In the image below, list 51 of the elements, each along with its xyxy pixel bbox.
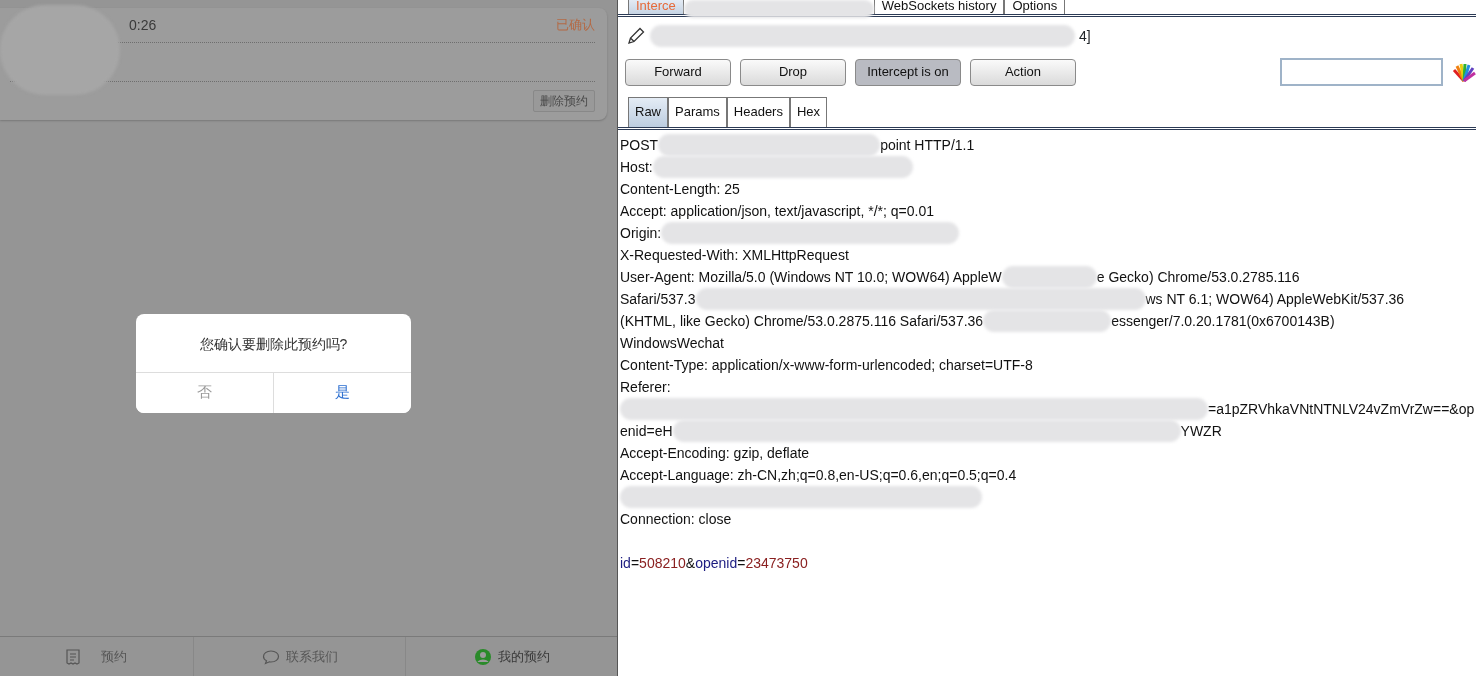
request-text: = <box>630 553 640 573</box>
request-text: Referer: <box>620 377 671 397</box>
request-text: Accept-Language: zh-CN,zh;q=0.8,en-US;q=0.6,en;q=0.5;q=0.4 <box>620 465 1017 485</box>
request-text: X-Requested-With: XMLHttpRequest <box>620 245 849 265</box>
request-text: Content-Type: application/x-www-form-urlencoded; charset=UTF-8 <box>620 355 1033 375</box>
tab[interactable]: Params <box>668 97 727 127</box>
request-title: 4] <box>1079 26 1091 46</box>
nav-tab[interactable]: 我的预约 <box>405 637 617 676</box>
tab[interactable]: Raw <box>628 97 668 127</box>
receipt-icon <box>65 648 82 665</box>
request-text: e Gecko) Chrome/53.0.2785.116 <box>1096 267 1300 287</box>
param-name: openid <box>695 553 738 573</box>
tab[interactable]: Hex <box>789 97 828 127</box>
param-value: 23473750 <box>745 553 808 573</box>
request-text: User-Agent: Mozilla/5.0 (Windows NT 10.0; WOW64) AppleW <box>620 267 1002 287</box>
request-text: point HTTP/1.1 <box>880 135 975 155</box>
search-field[interactable] <box>1280 58 1443 86</box>
tab[interactable]: WebSockets history <box>873 0 1005 14</box>
request-text: & <box>685 553 696 573</box>
tab[interactable]: Headers <box>726 97 790 127</box>
confirm-button[interactable]: 是 <box>273 372 411 413</box>
request-text: YWZR <box>1180 421 1222 441</box>
request-text: enid=eH <box>620 421 673 441</box>
color-fan-icon[interactable] <box>1452 62 1476 82</box>
chat-icon <box>261 648 280 665</box>
request-text: Accept: application/json, text/javascript, */*; q=0.01 <box>620 201 934 221</box>
appointment-time: 0:26 <box>129 15 157 35</box>
request-text: ws NT 6.1; WOW64) AppleWebKit/537.36 <box>1145 289 1405 309</box>
param-name: id <box>620 553 631 573</box>
user-icon <box>473 647 492 666</box>
param-value: 508210 <box>639 553 686 573</box>
request-text: Host: <box>620 157 653 177</box>
request-text: POST <box>620 135 659 155</box>
request-text: Origin: <box>620 223 662 243</box>
pencil-icon[interactable] <box>626 26 646 46</box>
toolbar-button[interactable]: Intercept is on <box>855 58 961 86</box>
request-text: (KHTML, like Gecko) Chrome/53.0.2875.116 Safari/537.36 <box>620 311 984 331</box>
request-text: Accept-Encoding: gzip, deflate <box>620 443 810 463</box>
request-text: =a1pZRVhkaVNtNTNLV24vZmVrZw==&op <box>1208 399 1475 419</box>
request-text: essenger/7.0.20.1781(0x6700143B) <box>1111 311 1335 331</box>
request-text: WindowsWechat <box>620 333 724 353</box>
toolbar-button[interactable]: Drop <box>740 58 846 86</box>
toolbar-button[interactable]: Action <box>970 58 1076 86</box>
dialog-message: 您确认要删除此预约吗? <box>136 313 411 373</box>
request-text: Content-Length: 25 <box>620 179 740 199</box>
request-text: Connection: close <box>620 509 732 529</box>
request-text: Safari/537.3 <box>620 289 696 309</box>
tab[interactable]: Options <box>1004 0 1066 14</box>
request-text: = <box>737 553 746 573</box>
status-label: 已确认 <box>556 16 595 35</box>
toolbar-button[interactable]: Forward <box>625 58 731 86</box>
